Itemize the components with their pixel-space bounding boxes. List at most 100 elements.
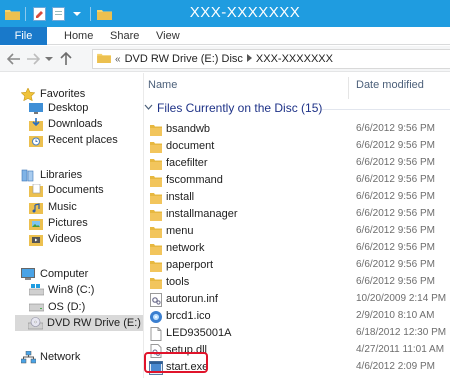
ico-file-icon	[149, 310, 163, 324]
file-date-modified: 6/6/2012 9:56 PM	[356, 225, 435, 236]
nav-desktop[interactable]: Desktop	[28, 100, 88, 116]
windows-drive-icon	[28, 283, 44, 297]
forward-arrow-icon	[27, 53, 40, 65]
dvd-drive-icon	[28, 316, 43, 330]
download-icon	[28, 117, 44, 131]
file-name: menu	[166, 225, 194, 237]
breadcrumb-folder[interactable]: XXX-XXXXXXX	[256, 53, 333, 65]
nav-drive-c[interactable]: Win8 (C:)	[28, 282, 94, 298]
group-header[interactable]: Files Currently on the Disc (15)	[144, 101, 322, 115]
nav-videos[interactable]: Videos	[28, 231, 81, 247]
folder-icon	[149, 158, 163, 172]
tab-share[interactable]: Share	[110, 27, 139, 45]
file-name: brcd1.ico	[166, 310, 211, 322]
file-name: LED935001A	[166, 327, 232, 339]
file-date-modified: 10/20/2009 2:14 PM	[356, 293, 447, 304]
back-button[interactable]	[6, 51, 22, 67]
nav-music[interactable]: Music	[28, 199, 77, 215]
folder-icon	[149, 141, 163, 155]
file-row[interactable]: network 6/6/2012 9:56 PM	[144, 241, 450, 257]
file-row[interactable]: fscommand 6/6/2012 9:56 PM	[144, 173, 450, 189]
file-date-modified: 2/9/2010 8:10 AM	[356, 310, 435, 321]
up-button[interactable]	[58, 51, 74, 67]
nav-computer[interactable]: Computer	[20, 266, 88, 282]
file-name: facefilter	[166, 157, 208, 169]
chevron-down-icon	[45, 57, 53, 61]
file-name: document	[166, 140, 215, 152]
folder-icon	[149, 260, 163, 274]
chevron-down-icon	[144, 104, 153, 110]
navigation-bar: « DVD RW Drive (E:) Disc XXX-XXXXXXX	[0, 46, 450, 72]
breadcrumb-separator-icon[interactable]	[246, 53, 252, 65]
title-bar: XXX-XXXXXXX	[0, 0, 450, 27]
file-row[interactable]: paperport 6/6/2012 9:56 PM	[144, 258, 450, 274]
recent-places-icon	[28, 133, 44, 147]
file-row[interactable]: menu 6/6/2012 9:56 PM	[144, 224, 450, 240]
file-date-modified: 6/6/2012 9:56 PM	[356, 157, 435, 168]
file-name: tools	[166, 276, 190, 288]
file-name: install	[166, 191, 195, 203]
folder-icon	[149, 209, 163, 223]
tab-view[interactable]: View	[156, 27, 180, 45]
network-icon	[20, 350, 36, 364]
overflow-chevron[interactable]: «	[115, 54, 121, 65]
file-row[interactable]: LED935001A 6/18/2012 12:30 PM	[144, 326, 450, 342]
file-row[interactable]: brcd1.ico 2/9/2010 8:10 AM	[144, 309, 450, 325]
column-header-date-modified[interactable]: Date modified	[356, 79, 424, 91]
nav-recent-places[interactable]: Recent places	[28, 132, 118, 148]
folder-icon	[149, 175, 163, 189]
recent-locations-button[interactable]	[44, 51, 54, 67]
nav-drive-e[interactable]: DVD RW Drive (E:) D	[15, 315, 152, 331]
forward-button[interactable]	[25, 51, 41, 67]
tab-home[interactable]: Home	[64, 27, 93, 45]
file-date-modified: 6/18/2012 12:30 PM	[356, 327, 447, 338]
file-name: installmanager	[166, 208, 238, 220]
column-header-name[interactable]: Name	[148, 79, 177, 91]
file-date-modified: 6/6/2012 9:56 PM	[356, 208, 435, 219]
file-row[interactable]: document 6/6/2012 9:56 PM	[144, 139, 450, 155]
file-name: fscommand	[166, 174, 223, 186]
nav-libraries[interactable]: Libraries	[20, 167, 82, 183]
nav-network[interactable]: Network	[20, 349, 80, 365]
videos-icon	[28, 232, 44, 246]
file-row[interactable]: tools 6/6/2012 9:56 PM	[144, 275, 450, 291]
file-row[interactable]: autorun.inf 10/20/2009 2:14 PM	[144, 292, 450, 308]
file-name: network	[166, 242, 205, 254]
music-icon	[28, 200, 44, 214]
nav-pictures[interactable]: Pictures	[28, 215, 88, 231]
computer-icon	[20, 267, 36, 281]
autorun-icon	[149, 293, 163, 307]
window-title: XXX-XXXXXXX	[189, 4, 301, 21]
folder-icon	[149, 243, 163, 257]
nav-documents[interactable]: Documents	[28, 182, 104, 198]
file-date-modified: 6/6/2012 9:56 PM	[356, 259, 435, 270]
pictures-icon	[28, 216, 44, 230]
up-arrow-icon	[60, 52, 72, 65]
file-row[interactable]: install 6/6/2012 9:56 PM	[144, 190, 450, 206]
navigation-pane: Favorites Desktop Downloads Recent place…	[0, 73, 152, 378]
file-date-modified: 6/6/2012 9:56 PM	[356, 123, 435, 134]
file-date-modified: 6/6/2012 9:56 PM	[356, 276, 435, 287]
folder-icon	[149, 277, 163, 291]
folder-icon	[149, 226, 163, 240]
file-date-modified: 6/6/2012 9:56 PM	[356, 191, 435, 202]
star-icon	[20, 87, 36, 101]
drive-icon	[28, 300, 44, 314]
file-list-pane: Name Date modified Files Currently on th…	[144, 73, 450, 378]
address-bar[interactable]: « DVD RW Drive (E:) Disc XXX-XXXXXXX	[92, 49, 450, 69]
back-arrow-icon	[7, 53, 20, 65]
file-date-modified: 6/6/2012 9:56 PM	[356, 174, 435, 185]
nav-drive-d[interactable]: OS (D:)	[28, 299, 85, 315]
breadcrumb-drive[interactable]: DVD RW Drive (E:) Disc	[125, 53, 243, 65]
desktop-icon	[28, 101, 44, 115]
file-row[interactable]: bsandwb 6/6/2012 9:56 PM	[144, 122, 450, 138]
nav-downloads[interactable]: Downloads	[28, 116, 102, 132]
libraries-icon	[20, 168, 36, 182]
file-date-modified: 4/6/2012 2:09 PM	[356, 361, 435, 372]
folder-icon	[97, 52, 111, 66]
document-icon	[149, 327, 163, 341]
tab-file[interactable]: File	[0, 27, 47, 45]
file-name: paperport	[166, 259, 214, 271]
file-row[interactable]: installmanager 6/6/2012 9:56 PM	[144, 207, 450, 223]
file-row[interactable]: facefilter 6/6/2012 9:56 PM	[144, 156, 450, 172]
